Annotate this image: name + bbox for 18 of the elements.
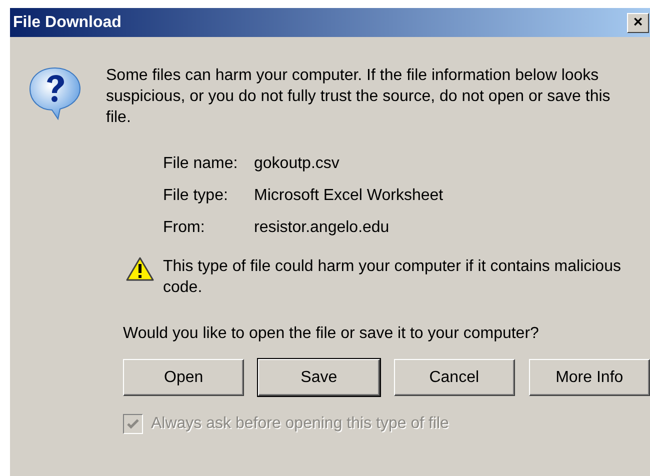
- dialog-button[interactable]: Open: [123, 358, 244, 396]
- warning-text: This type of file could harm your computer if it contains malicious code.: [163, 256, 622, 298]
- dialog-button[interactable]: Cancel: [394, 358, 515, 396]
- close-button[interactable]: ×: [627, 12, 649, 32]
- question-icon: [28, 65, 82, 121]
- field-value: Microsoft Excel Worksheet: [254, 186, 444, 206]
- field-label: File name:: [163, 154, 239, 174]
- warning-message: Some files can harm your computer. If the file information below looks suspicious, or you do not fully trust the source, do not open or save this file.: [106, 66, 612, 128]
- field-value: gokoutp.csv: [254, 154, 340, 174]
- check-icon: [126, 416, 140, 431]
- field-value: resistor.angelo.edu: [254, 218, 390, 238]
- dialog-button[interactable]: Save: [258, 358, 380, 396]
- warning-icon: [125, 256, 155, 282]
- field-label: From:: [163, 218, 206, 238]
- question-text: Would you like to open the file or save it to your computer?: [123, 324, 540, 343]
- field-label: File type:: [163, 186, 229, 206]
- dialog-button[interactable]: More Info: [528, 358, 650, 396]
- window-title: File Download: [13, 12, 122, 32]
